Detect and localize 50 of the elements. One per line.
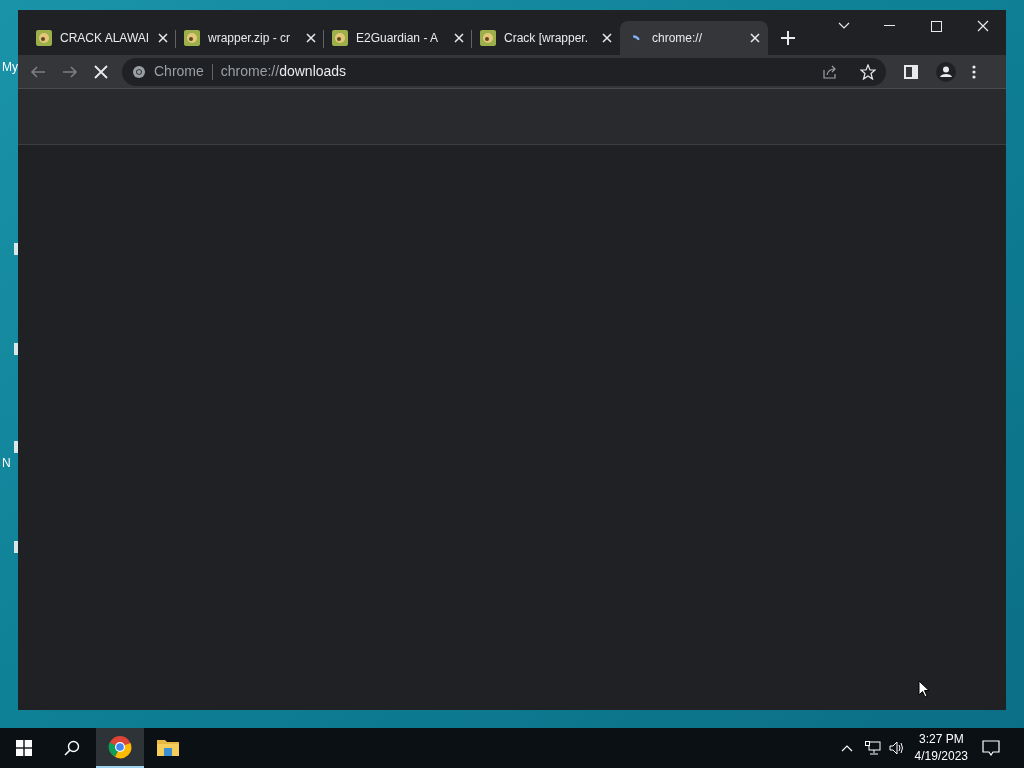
- chrome-logo-icon: [108, 735, 132, 759]
- close-window-icon[interactable]: [977, 20, 989, 32]
- close-icon[interactable]: [602, 33, 612, 43]
- url-text: chrome://downloads: [220, 62, 347, 81]
- tab-search-icon[interactable]: [838, 22, 850, 30]
- browser-tab[interactable]: wrapper.zip - cr: [176, 21, 324, 55]
- folder-icon: [157, 738, 179, 756]
- tab-title: chrome://: [652, 30, 703, 47]
- menu-icon[interactable]: [972, 64, 976, 79]
- browser-tab[interactable]: Crack [wrapper.: [472, 21, 620, 55]
- browser-tab[interactable]: CRACK ALAWAI: [28, 21, 176, 55]
- tab-title: E2Guardian - A: [356, 30, 440, 47]
- tab-title: Crack [wrapper.: [504, 30, 590, 47]
- tab-title: wrapper.zip - cr: [208, 30, 292, 47]
- desktop-icon-label[interactable]: My: [2, 58, 18, 76]
- chrome-icon: [132, 64, 146, 79]
- new-tab-icon[interactable]: [781, 31, 795, 45]
- mouse-cursor-icon: [918, 680, 930, 698]
- share-icon[interactable]: [822, 63, 838, 80]
- forward-icon[interactable]: [62, 63, 78, 80]
- volume-icon[interactable]: [888, 741, 905, 755]
- side-panel-icon[interactable]: [904, 64, 918, 79]
- favicon-icon: [184, 30, 200, 46]
- close-icon[interactable]: [158, 33, 168, 43]
- close-icon[interactable]: [454, 33, 464, 43]
- notification-icon[interactable]: [982, 740, 1000, 756]
- maximize-icon[interactable]: [931, 20, 942, 32]
- clock-time[interactable]: 3:27 PM: [918, 731, 964, 748]
- chevron-up-icon[interactable]: [840, 744, 853, 752]
- favicon-icon: [480, 30, 496, 46]
- browser-tab[interactable]: chrome://: [620, 21, 768, 55]
- windows-start-icon[interactable]: [16, 740, 32, 756]
- clock-date[interactable]: 4/19/2023: [914, 748, 968, 765]
- close-icon[interactable]: [750, 33, 760, 43]
- close-icon[interactable]: [306, 33, 316, 43]
- network-icon[interactable]: [864, 741, 881, 755]
- search-icon[interactable]: [64, 740, 80, 756]
- desktop-icon-label[interactable]: N: [2, 454, 11, 472]
- address-bar[interactable]: Chrome chrome://downloads: [122, 57, 886, 86]
- browser-tab[interactable]: E2Guardian - A: [324, 21, 472, 55]
- back-icon[interactable]: [30, 63, 46, 80]
- stop-icon[interactable]: [94, 64, 108, 79]
- site-label: Chrome: [154, 62, 204, 81]
- favicon-icon: [36, 30, 52, 46]
- tab-title: CRACK ALAWAI: [60, 30, 150, 47]
- profile-icon[interactable]: [936, 61, 956, 82]
- minimize-icon[interactable]: [884, 25, 895, 27]
- taskbar-app[interactable]: [96, 728, 144, 768]
- favicon-icon: [332, 30, 348, 46]
- star-icon[interactable]: [860, 63, 876, 80]
